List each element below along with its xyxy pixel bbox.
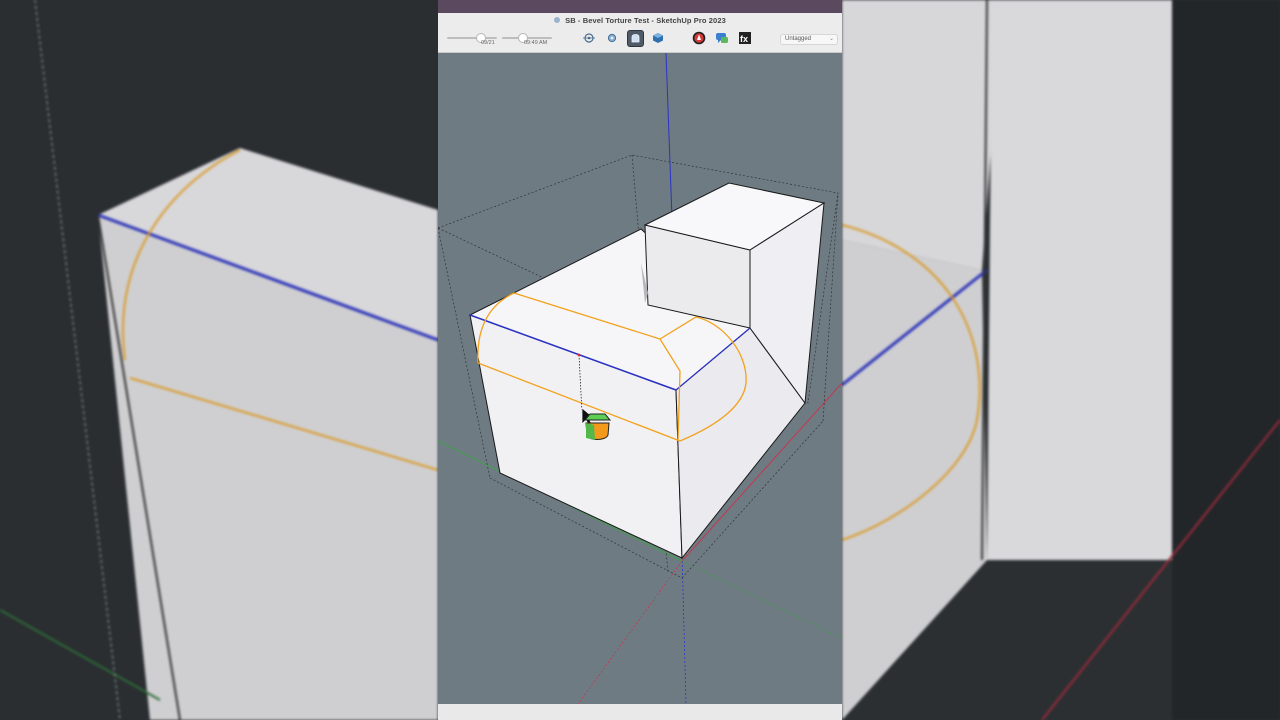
status-bar xyxy=(438,704,842,720)
blurred-backdrop-right xyxy=(842,0,1280,720)
bevel-tool-icon[interactable] xyxy=(627,30,644,47)
settings-gear-icon[interactable] xyxy=(604,30,619,45)
cube-view-icon[interactable] xyxy=(650,30,665,45)
document-icon xyxy=(554,17,561,23)
inference-point xyxy=(577,353,581,357)
chevron-down-icon: ⌄ xyxy=(828,36,834,42)
shadow-date-slider[interactable] xyxy=(447,33,497,43)
shadow-time-label: 09:49 AM xyxy=(524,40,548,46)
svg-text:fx: fx xyxy=(740,34,748,44)
tag-dropdown-value: Untagged xyxy=(785,36,812,42)
fx-extension-icon[interactable]: fx xyxy=(737,30,752,45)
model-canvas[interactable] xyxy=(438,52,842,705)
shadow-time-slider[interactable] xyxy=(502,33,552,43)
sketchup-app-window: SB - Bevel Torture Test - SketchUp Pro 2… xyxy=(438,0,842,720)
orbit-icon[interactable] xyxy=(581,30,596,45)
shadow-date-label: 09/21 xyxy=(481,40,495,46)
blurred-backdrop-left xyxy=(0,0,438,720)
toolbar: SB - Bevel Torture Test - SketchUp Pro 2… xyxy=(438,13,842,53)
window-top-strip xyxy=(438,0,842,13)
window-title: SB - Bevel Torture Test - SketchUp Pro 2… xyxy=(438,16,842,25)
tag-dropdown[interactable]: Untagged ⌄ xyxy=(780,34,838,45)
ruby-extension-icon[interactable] xyxy=(691,30,706,45)
3d-viewport[interactable] xyxy=(438,52,842,705)
chat-bubble-icon[interactable] xyxy=(714,30,729,45)
window-title-text: SB - Bevel Torture Test - SketchUp Pro 2… xyxy=(565,16,726,25)
